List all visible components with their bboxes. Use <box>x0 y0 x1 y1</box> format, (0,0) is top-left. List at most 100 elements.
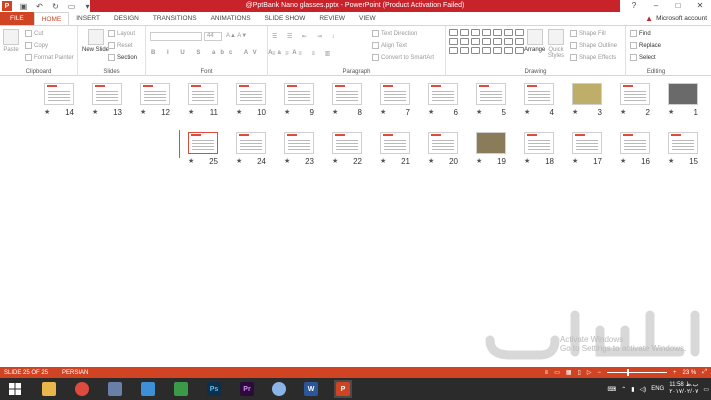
chrome-button[interactable] <box>73 380 91 398</box>
account-area[interactable]: ▲ Microsoft account <box>645 12 707 25</box>
font-size-box[interactable]: 44 <box>204 32 222 41</box>
align-buttons[interactable]: ≡ ≡ ≡ ≡ ▥ <box>272 50 334 57</box>
file-explorer-button[interactable] <box>40 380 58 398</box>
slide-thumbnail[interactable] <box>620 132 650 154</box>
clock[interactable]: 11:58 ب.ظ ۲۰۱۷/۰۲/۰۷ <box>669 382 698 396</box>
notes-icon[interactable]: ≡ <box>545 370 549 376</box>
shape-fill-button[interactable]: Shape Fill <box>570 30 606 37</box>
transition-star-icon[interactable]: ★ <box>428 108 434 117</box>
slide-thumbnail[interactable] <box>620 83 650 105</box>
arrange-button[interactable]: Arrange <box>524 29 545 53</box>
format-painter-button[interactable]: Format Painter <box>25 54 74 61</box>
slide-thumbnail[interactable] <box>476 83 506 105</box>
word-button[interactable]: W <box>302 380 320 398</box>
reset-button[interactable]: Reset <box>108 42 133 49</box>
input-language[interactable]: ENG <box>651 386 664 392</box>
notifications-icon[interactable]: ▭ <box>703 386 709 393</box>
tab-review[interactable]: REVIEW <box>312 12 352 25</box>
zoom-in-icon[interactable]: + <box>673 370 677 376</box>
maximize-button[interactable]: □ <box>667 0 689 12</box>
help-button[interactable]: ? <box>623 0 645 12</box>
transition-star-icon[interactable]: ★ <box>572 108 578 117</box>
transition-star-icon[interactable]: ★ <box>476 108 482 117</box>
transition-star-icon[interactable]: ★ <box>44 108 50 117</box>
transition-star-icon[interactable]: ★ <box>140 108 146 117</box>
transition-star-icon[interactable]: ★ <box>476 157 482 166</box>
list-buttons[interactable]: ☰ ☰ ⇤ ⇥ ↕ <box>272 33 338 40</box>
tab-design[interactable]: DESIGN <box>107 12 146 25</box>
section-button[interactable]: Section <box>108 54 137 61</box>
keyboard-icon[interactable]: ⌨ <box>608 386 617 393</box>
zoom-slider[interactable] <box>606 369 667 376</box>
app-button-1[interactable] <box>106 380 124 398</box>
text-direction-button[interactable]: Text Direction <box>372 30 417 37</box>
minimize-button[interactable]: – <box>645 0 667 12</box>
tab-animations[interactable]: ANIMATIONS <box>204 12 258 25</box>
transition-star-icon[interactable]: ★ <box>668 108 674 117</box>
find-button[interactable]: Find <box>630 30 651 37</box>
start-from-beginning-icon[interactable]: ▭ <box>67 2 76 11</box>
align-text-button[interactable]: Align Text <box>372 42 407 49</box>
slide-thumbnail[interactable] <box>428 132 458 154</box>
smartart-button[interactable]: Convert to SmartArt <box>372 54 434 61</box>
slideshow-view-icon[interactable]: ▷ <box>587 369 592 376</box>
slide-thumbnail[interactable] <box>524 83 554 105</box>
grow-font-icon[interactable]: A▲ A▼ <box>226 33 247 39</box>
normal-view-icon[interactable]: ▭ <box>554 369 560 376</box>
slide-sorter-view-icon[interactable]: ▦ <box>566 369 572 376</box>
font-name-box[interactable] <box>150 32 202 41</box>
network-tray-icon[interactable]: ▮ <box>631 386 634 393</box>
slide-thumbnail[interactable] <box>284 132 314 154</box>
tab-slide-show[interactable]: SLIDE SHOW <box>258 12 313 25</box>
slide-thumbnail[interactable] <box>140 83 170 105</box>
slide-thumbnail[interactable] <box>572 132 602 154</box>
language-indicator[interactable]: PERSIAN <box>62 370 88 376</box>
slide-thumbnail[interactable] <box>428 83 458 105</box>
undo-icon[interactable]: ↶ <box>35 2 44 11</box>
powerpoint-taskbar-button[interactable]: P <box>334 380 352 398</box>
slide-thumbnail[interactable] <box>668 83 698 105</box>
close-button[interactable]: ✕ <box>689 0 711 12</box>
transition-star-icon[interactable]: ★ <box>572 157 578 166</box>
slide-thumbnail[interactable] <box>668 132 698 154</box>
transition-star-icon[interactable]: ★ <box>668 157 674 166</box>
slide-thumbnail[interactable] <box>380 83 410 105</box>
shapes-gallery[interactable] <box>449 29 524 54</box>
zoom-level[interactable]: 23 % <box>683 370 697 376</box>
transition-star-icon[interactable]: ★ <box>620 157 626 166</box>
layout-button[interactable]: Layout <box>108 30 135 37</box>
transition-star-icon[interactable]: ★ <box>332 108 338 117</box>
shape-outline-button[interactable]: Shape Outline <box>570 42 617 49</box>
transition-star-icon[interactable]: ★ <box>380 157 386 166</box>
slide-thumbnail[interactable] <box>332 83 362 105</box>
premiere-button[interactable]: Pr <box>238 380 256 398</box>
slide-thumbnail[interactable] <box>476 132 506 154</box>
photoshop-button[interactable]: Ps <box>205 380 223 398</box>
tab-transitions[interactable]: TRANSITIONS <box>146 12 204 25</box>
transition-star-icon[interactable]: ★ <box>284 108 290 117</box>
redo-icon[interactable]: ↻ <box>51 2 60 11</box>
slide-thumbnail[interactable] <box>284 83 314 105</box>
slide-thumbnail[interactable] <box>572 83 602 105</box>
reading-view-icon[interactable]: ▯ <box>578 369 581 376</box>
transition-star-icon[interactable]: ★ <box>188 108 194 117</box>
transition-star-icon[interactable]: ★ <box>380 108 386 117</box>
quick-styles-button[interactable]: Quick Styles <box>546 29 566 59</box>
slide-thumbnail[interactable] <box>524 132 554 154</box>
slide-thumbnail[interactable] <box>188 132 218 154</box>
cut-button[interactable]: Cut <box>25 30 43 37</box>
messenger-button[interactable] <box>270 380 288 398</box>
start-button[interactable] <box>6 380 24 398</box>
save-icon[interactable]: ▣ <box>19 2 28 11</box>
transition-star-icon[interactable]: ★ <box>92 108 98 117</box>
tab-insert[interactable]: INSERT <box>69 12 107 25</box>
tab-file[interactable]: FILE <box>0 12 34 25</box>
transition-star-icon[interactable]: ★ <box>428 157 434 166</box>
transition-star-icon[interactable]: ★ <box>284 157 290 166</box>
transition-star-icon[interactable]: ★ <box>236 157 242 166</box>
volume-icon[interactable]: ◁) <box>640 386 647 393</box>
slide-thumbnail[interactable] <box>92 83 122 105</box>
paste-button[interactable]: Paste <box>3 29 19 53</box>
new-slide-button[interactable]: New Slide <box>82 29 109 53</box>
tab-view[interactable]: VIEW <box>352 12 383 25</box>
